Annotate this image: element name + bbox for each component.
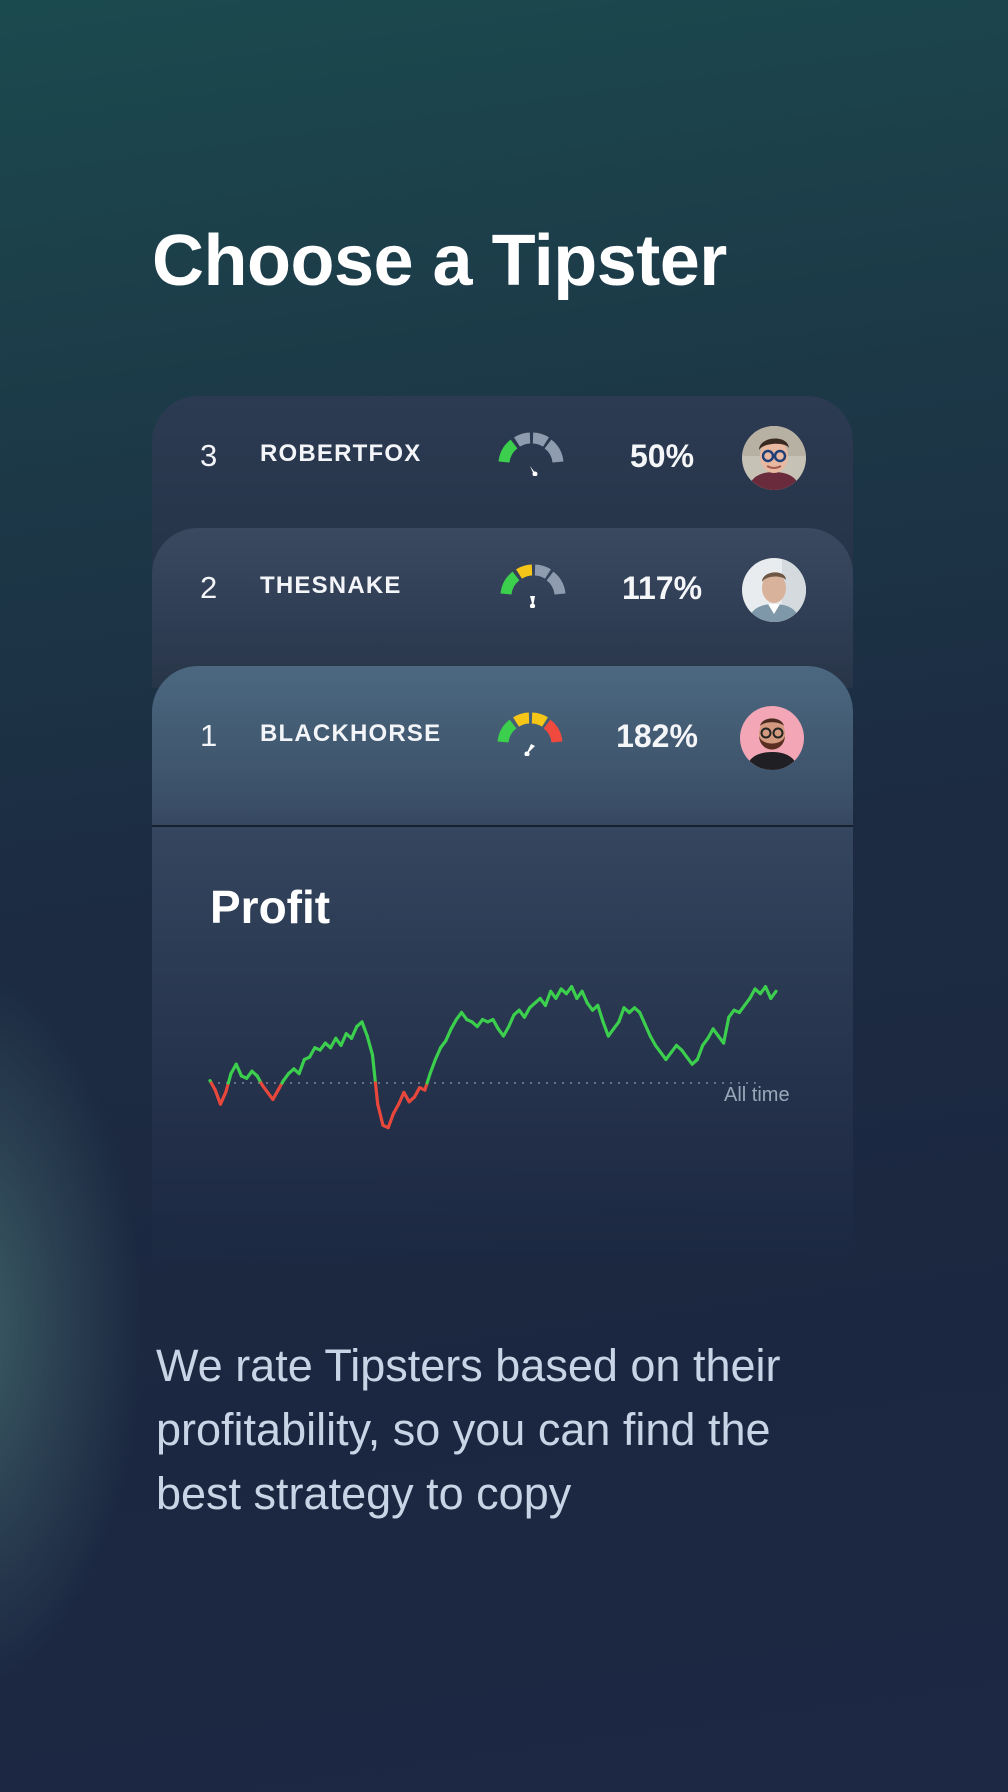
avatar <box>740 706 804 770</box>
profit-line-segment <box>307 1046 317 1059</box>
profit-line-segment <box>370 1053 378 1085</box>
tipster-row[interactable]: 1 BLACKHORSE 182% <box>152 676 853 796</box>
profit-line-segment <box>596 1003 605 1024</box>
profit-line-segment <box>570 985 579 1001</box>
profit-line-segment <box>271 1088 280 1102</box>
profit-line-segment <box>339 1032 348 1048</box>
tipster-row[interactable]: 2 THESNAKE 117% <box>152 528 853 648</box>
tipster-card-blackhorse[interactable]: 1 BLACKHORSE 182% Profit All time <box>152 666 853 1266</box>
tipster-card-thesnake[interactable]: 2 THESNAKE 117% <box>152 528 853 688</box>
profit-line-segment <box>444 1027 453 1043</box>
profit-line-segment <box>365 1034 375 1057</box>
profit-line-segment <box>580 989 589 1005</box>
profit-line-segment <box>638 1010 647 1026</box>
profit-line-segment <box>449 1017 458 1031</box>
tipster-name: ROBERTFOX <box>260 440 422 467</box>
profit-line-segment <box>522 1006 532 1019</box>
tipster-name: BLACKHORSE <box>260 720 442 747</box>
profit-line-segment <box>386 1111 396 1130</box>
profit-line-segment <box>412 1086 422 1099</box>
profit-line-segment <box>360 1020 369 1038</box>
avatar <box>742 558 806 622</box>
profit-line-segment <box>373 1081 380 1106</box>
time-range-label[interactable]: All time <box>724 1084 790 1107</box>
avatar <box>742 426 806 490</box>
page-title: Choose a Tipster <box>152 221 727 301</box>
profit-line-segment <box>721 1015 731 1045</box>
risk-gauge-icon <box>500 564 566 608</box>
profit-line-segment <box>349 1024 359 1040</box>
tipster-rank: 3 <box>200 438 218 473</box>
card-divider <box>152 825 853 827</box>
profit-line-segment <box>648 1034 658 1048</box>
profit-line-segment <box>695 1043 705 1062</box>
tipster-profit-percent: 117% <box>621 570 703 606</box>
tipster-name: THESNAKE <box>260 572 402 599</box>
profit-line-segment <box>643 1022 652 1038</box>
tipster-rank: 1 <box>200 718 218 753</box>
profit-line-segment <box>376 1102 385 1127</box>
profit-line-segment <box>391 1102 401 1116</box>
profit-line-segment <box>433 1046 443 1062</box>
profit-line-segment <box>507 1013 516 1029</box>
profit-line-segment <box>491 1017 500 1031</box>
risk-gauge-icon <box>497 712 563 756</box>
profit-line-segment <box>297 1057 306 1076</box>
profit-line-segment <box>543 989 553 1008</box>
profit-line-segment <box>501 1024 511 1038</box>
profit-line-segment <box>763 985 773 1001</box>
risk-gauge-icon <box>498 432 564 476</box>
tipster-rank: 2 <box>200 570 218 605</box>
profit-line-segment <box>601 1020 610 1038</box>
profit-line-segment <box>617 1006 626 1024</box>
tipster-profit-percent: 182% <box>616 718 698 754</box>
profit-title: Profit <box>210 881 331 933</box>
profit-line-segment <box>234 1062 244 1078</box>
tipster-profit-percent: 50% <box>629 438 695 474</box>
tipster-row[interactable]: 3 ROBERTFOX 50% <box>152 396 853 516</box>
profit-line-segment <box>218 1090 228 1106</box>
profit-line-segment <box>769 989 778 1001</box>
profit-chart <box>208 985 778 1130</box>
profit-line-segment <box>428 1057 437 1076</box>
description-text: We rate Tipsters based on their profitab… <box>156 1340 781 1519</box>
